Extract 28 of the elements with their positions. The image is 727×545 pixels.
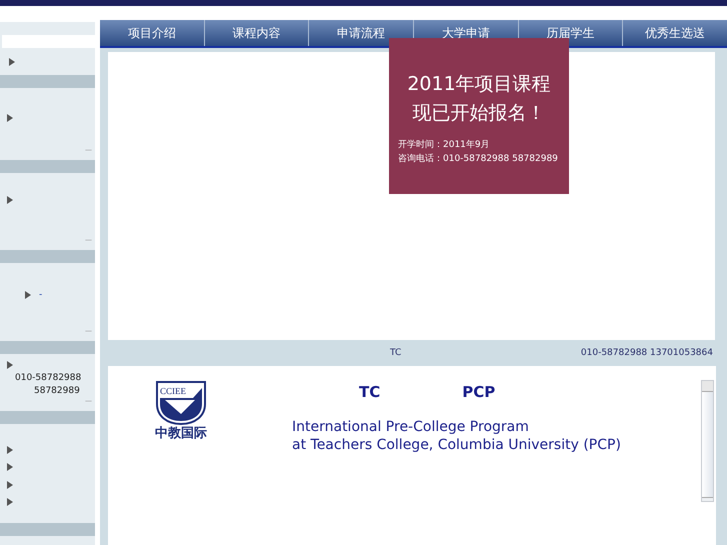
popup-detail: 开学时间：2011年9月 xyxy=(398,138,491,152)
sidebar-link[interactable]: - xyxy=(39,290,42,300)
bullet-arrow-icon xyxy=(25,291,31,299)
bullet-arrow-icon xyxy=(7,114,13,122)
bullet-arrow-icon xyxy=(7,480,13,489)
popup-detail: 咨询电话：010-58782988 58782989 xyxy=(398,152,559,166)
intro-heading: PCP xyxy=(462,383,496,403)
scrollbar[interactable] xyxy=(701,380,714,502)
bullet-arrow-icon xyxy=(7,446,13,454)
nav-tab[interactable]: 优秀生选送 xyxy=(623,20,727,46)
contact-phone: 010-58782988 13701053864 xyxy=(580,348,713,358)
program-title: International Pre-College Program at Teachers College, Columbia University (PCP) xyxy=(292,418,621,454)
phone-number: 010-58782988 xyxy=(15,372,82,382)
info-text: TC xyxy=(390,348,402,358)
bullet-arrow-icon xyxy=(7,196,13,204)
popup-headline: 2011年项目课程 xyxy=(406,72,552,97)
bullet-arrow-icon xyxy=(7,498,13,506)
search-field[interactable] xyxy=(2,35,95,48)
popup-headline: 现已开始报名！ xyxy=(412,101,546,126)
phone-number: 58782989 xyxy=(34,386,80,396)
nav-tab[interactable]: 课程内容 xyxy=(204,20,310,46)
nav-tab[interactable]: 项目介绍 xyxy=(100,20,205,46)
scroll-thumb[interactable] xyxy=(702,392,713,498)
intro-heading: TC xyxy=(359,383,380,403)
bullet-arrow-icon xyxy=(7,463,13,472)
bullet-arrow-icon xyxy=(7,361,13,369)
bullet-arrow-icon xyxy=(9,58,15,66)
scroll-up-button[interactable] xyxy=(702,381,713,392)
